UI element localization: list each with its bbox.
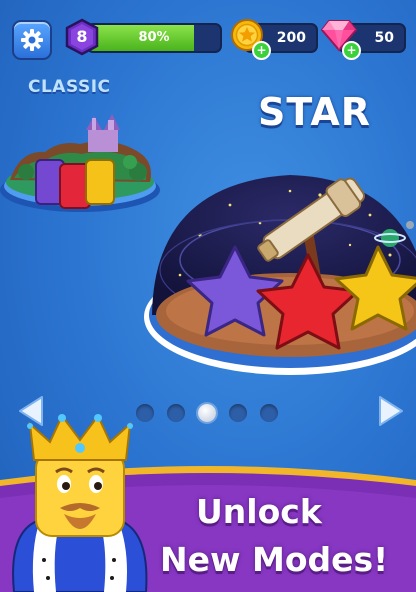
- page-dot-2[interactable]: [167, 404, 185, 422]
- next-mode-arrow-icon[interactable]: [376, 394, 406, 428]
- add-coins-button[interactable]: +: [252, 41, 271, 60]
- king-mascot: [12, 414, 148, 592]
- page-dot-4[interactable]: [229, 404, 247, 422]
- promo-line-2: New Modes!: [160, 540, 389, 579]
- level-number: 8: [76, 27, 88, 46]
- star-mode-dome[interactable]: [140, 165, 416, 380]
- coin-amount: 200: [276, 30, 306, 46]
- page-dot-3[interactable]: [198, 404, 216, 422]
- add-gems-button[interactable]: +: [342, 41, 361, 60]
- xp-progress-label: 80%: [138, 30, 170, 45]
- classic-mode-label: CLASSIC: [28, 77, 111, 97]
- gear-icon: [21, 29, 43, 51]
- xp-progress-bar: 80%: [86, 23, 222, 53]
- page-dot-5[interactable]: [260, 404, 278, 422]
- gem-amount: 50: [374, 30, 394, 46]
- promo-line-1: Unlock: [196, 492, 322, 531]
- settings-button[interactable]: [12, 20, 52, 60]
- star-mode-title: STAR: [258, 90, 372, 134]
